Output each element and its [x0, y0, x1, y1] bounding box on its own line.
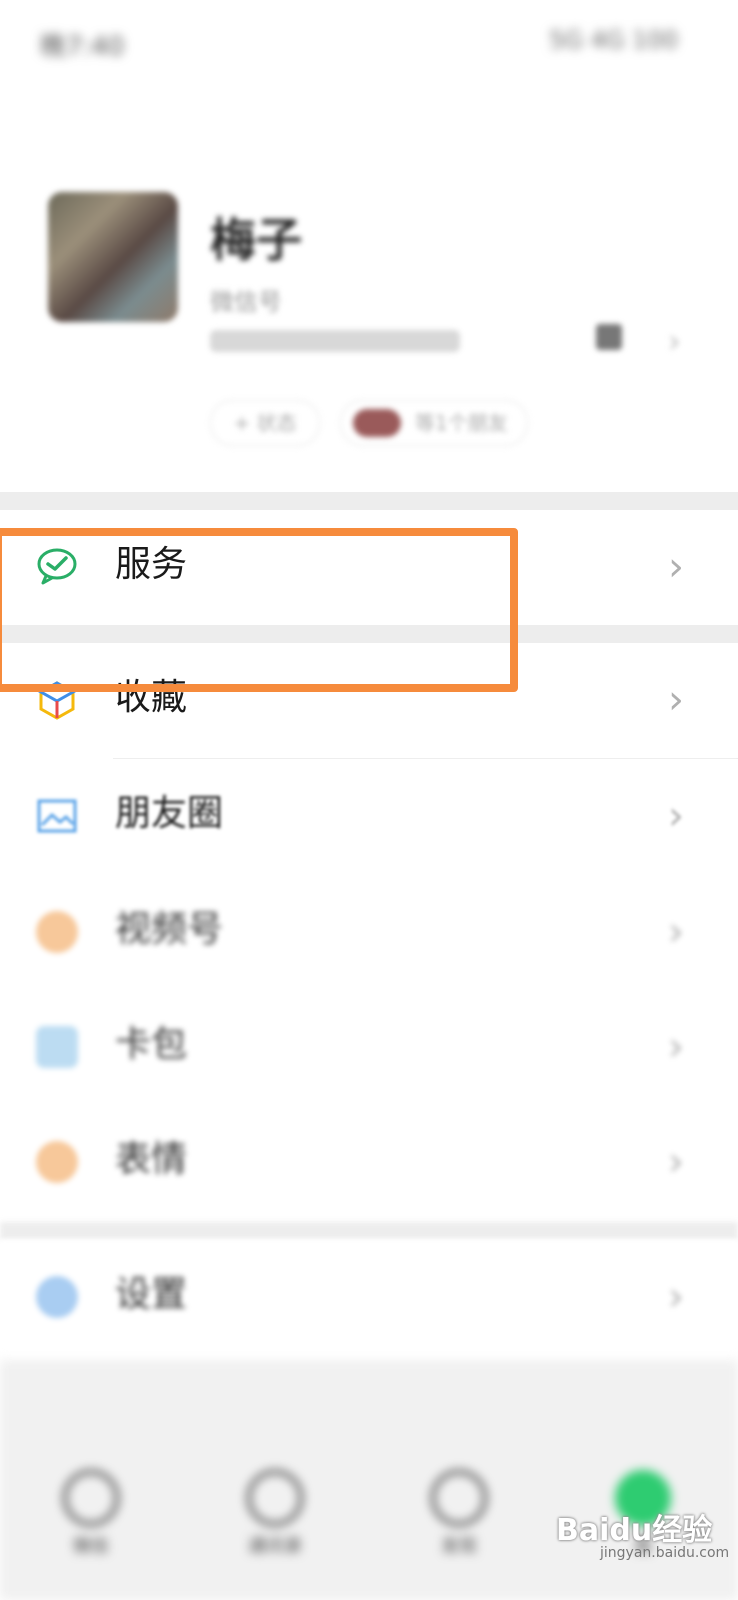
- section-gap: [0, 1222, 738, 1240]
- tab-chats[interactable]: 微信: [36, 1470, 146, 1558]
- tab-label: 发现: [441, 1536, 477, 1557]
- chevron-right-icon: ›: [668, 1139, 684, 1185]
- emoji-icon: [36, 1141, 78, 1183]
- bottom-tab-bar: 微信 通讯录 发现 我: [0, 1360, 738, 1600]
- chevron-right-icon: ›: [668, 1274, 684, 1320]
- status-indicators: 5G 4G 100: [549, 26, 678, 54]
- chat-icon: [63, 1470, 119, 1526]
- friends-status-label: 等1个朋友: [415, 411, 508, 435]
- chevron-right-icon: ›: [668, 1024, 684, 1070]
- status-button[interactable]: + 状态: [210, 400, 320, 446]
- menu-item-label: 视频号: [115, 909, 224, 950]
- chevron-right-icon: ›: [668, 793, 684, 839]
- chevron-right-icon[interactable]: ›: [668, 322, 681, 360]
- tab-label: 通讯录: [248, 1536, 302, 1557]
- chevron-right-icon: ›: [668, 544, 684, 590]
- gear-icon: [36, 1276, 78, 1318]
- menu-item-cards[interactable]: 卡包 ›: [0, 990, 738, 1105]
- status-bar: 晚7:40 5G 4G 100: [0, 0, 738, 90]
- image-icon: [37, 799, 77, 833]
- status-time: 晚7:40: [40, 32, 125, 62]
- chevron-right-icon: ›: [668, 677, 684, 723]
- menu-item-label: 表情: [115, 1139, 188, 1180]
- avatar[interactable]: [48, 192, 178, 322]
- section-gap: [0, 492, 738, 510]
- profile-wechat-id-value: [210, 330, 460, 352]
- menu-item-channels[interactable]: 视频号 ›: [0, 875, 738, 990]
- qr-code-icon[interactable]: [596, 324, 622, 350]
- tab-discover[interactable]: 发现: [404, 1470, 514, 1558]
- baidu-watermark: Baidu经验: [556, 1513, 713, 1548]
- highlight-box: [0, 528, 518, 692]
- tab-contacts[interactable]: 通讯录: [220, 1470, 330, 1558]
- menu-item-stickers[interactable]: 表情 ›: [0, 1105, 738, 1220]
- card-icon: [36, 1026, 78, 1068]
- profile-name: 梅子: [210, 213, 302, 267]
- menu-item-label: 朋友圈: [115, 793, 224, 834]
- chevron-right-icon: ›: [668, 909, 684, 955]
- menu-item-settings[interactable]: 设置 ›: [0, 1240, 738, 1355]
- menu-item-moments[interactable]: 朋友圈 ›: [0, 759, 738, 874]
- friends-avatars: [353, 409, 401, 437]
- menu-item-label: 设置: [115, 1274, 188, 1315]
- profile-header[interactable]: 梅子 微信号 › + 状态 等1个朋友: [0, 170, 738, 490]
- friends-status-button[interactable]: 等1个朋友: [340, 400, 528, 446]
- contacts-icon: [247, 1470, 303, 1526]
- profile-wechat-id-label: 微信号: [210, 288, 282, 316]
- baidu-watermark-domain: jingyan.baidu.com: [600, 1545, 730, 1561]
- channels-icon: [36, 911, 78, 953]
- compass-icon: [431, 1470, 487, 1526]
- menu-item-label: 卡包: [115, 1024, 188, 1065]
- tab-label: 微信: [73, 1536, 109, 1557]
